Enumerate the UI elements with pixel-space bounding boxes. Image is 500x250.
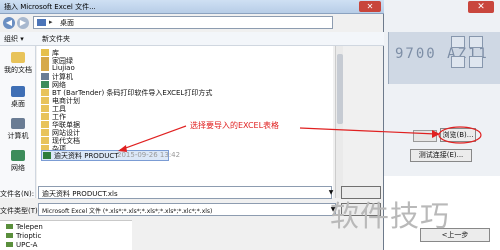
- folder-icon: [41, 137, 49, 144]
- toolbar-icon[interactable]: [469, 36, 483, 48]
- computer-icon: [41, 73, 49, 80]
- file-type-select[interactable]: Microsoft Excel 文件 (*.xls*;*.xls*;*.xls*…: [38, 203, 336, 216]
- nav-item-label: 我的文档: [4, 66, 32, 74]
- file-type-label: 文件类型(T):: [0, 207, 41, 215]
- address-row: ◀ ▶ ▸ 桌面: [0, 14, 384, 32]
- nav-item-desktop[interactable]: 桌面: [0, 86, 36, 109]
- folder-icon: [41, 113, 49, 120]
- background-small-button[interactable]: [413, 130, 437, 142]
- scrollbar-thumb[interactable]: [337, 54, 343, 124]
- barcode-icon: [6, 233, 13, 238]
- barcode-icon: [6, 224, 13, 229]
- file-list: 库 家园绿 Liujiao 计算机 网络 BT (BarTender) 条码打印…: [37, 46, 333, 198]
- command-bar: 组织 ▾ 新文件夹: [0, 32, 384, 46]
- nav-item-computer[interactable]: 计算机: [0, 118, 36, 141]
- organize-button[interactable]: 组织 ▾: [4, 34, 24, 44]
- background-toolbar: 9700 AZ11: [388, 32, 500, 84]
- dialog-close-button[interactable]: ✕: [359, 1, 381, 12]
- tree-item-label: Trioptic: [16, 232, 42, 240]
- tree-item-label: Telepen: [16, 223, 43, 231]
- toolbar-icon[interactable]: [469, 56, 483, 68]
- user-folder-icon: [41, 64, 49, 71]
- computer-icon: [11, 118, 25, 129]
- desktop-icon: [11, 86, 25, 97]
- folder-icon: [41, 89, 49, 96]
- tree-pane: Telepen Trioptic UPC-A: [0, 220, 132, 250]
- browse-button[interactable]: 浏览(B)...: [440, 128, 476, 142]
- nav-item-label: 网络: [11, 164, 25, 172]
- forward-arrow-icon[interactable]: ▶: [17, 17, 29, 29]
- back-arrow-icon[interactable]: ◀: [3, 17, 15, 29]
- tree-item[interactable]: UPC-A: [6, 241, 37, 249]
- network-icon: [41, 81, 49, 88]
- address-bar[interactable]: ▸ 桌面: [33, 16, 333, 29]
- dialog-title: 插入 Microsoft Excel 文件...: [4, 3, 96, 11]
- folder-icon: [41, 97, 49, 104]
- folder-icon: [11, 52, 25, 63]
- excel-file-icon: [43, 152, 51, 159]
- network-icon: [11, 150, 25, 161]
- tree-item[interactable]: Telepen: [6, 223, 43, 231]
- file-name-label: 文件名(N):: [0, 190, 35, 198]
- tree-item[interactable]: Trioptic: [6, 232, 41, 240]
- nav-item-label: 计算机: [7, 132, 29, 140]
- tree-item-label: UPC-A: [16, 241, 38, 249]
- annotation-text: 选择要导入的EXCEL表格: [190, 121, 280, 130]
- breadcrumb-desktop[interactable]: 桌面: [60, 18, 74, 28]
- dialog-titlebar: 插入 Microsoft Excel 文件... ✕: [0, 0, 384, 14]
- folder-icon: [41, 121, 49, 128]
- navigation-pane: 我的文档 桌面 计算机 网络: [0, 46, 36, 198]
- file-list-scrollbar[interactable]: [335, 46, 343, 198]
- file-name: Liujiao: [52, 64, 75, 72]
- file-name: 逾天资料 PRODUCT: [54, 152, 119, 160]
- background-close-button[interactable]: ✕: [468, 1, 494, 13]
- user-folder-icon: [41, 57, 49, 64]
- nav-item-network[interactable]: 网络: [0, 150, 36, 173]
- folder-icon: [41, 129, 49, 136]
- breadcrumb-separator: ▸: [49, 18, 53, 26]
- barcode-icon: [6, 242, 13, 247]
- file-date: 2015-09-26 13:42: [117, 151, 181, 159]
- watermark: 软件技巧: [330, 199, 451, 233]
- folder-icon: [41, 105, 49, 112]
- new-folder-button[interactable]: 新文件夹: [42, 34, 70, 44]
- file-name-input[interactable]: 逾天资料 PRODUCT.xls: [38, 186, 332, 199]
- nav-item-label: 桌面: [11, 100, 25, 108]
- toolbar-icon[interactable]: [451, 56, 465, 68]
- test-connection-button[interactable]: 测试连接(E)...: [410, 149, 472, 162]
- toolbar-icon[interactable]: [451, 36, 465, 48]
- library-icon: [41, 49, 49, 56]
- desktop-icon: [37, 19, 46, 26]
- nav-item-documents[interactable]: 我的文档: [0, 52, 36, 75]
